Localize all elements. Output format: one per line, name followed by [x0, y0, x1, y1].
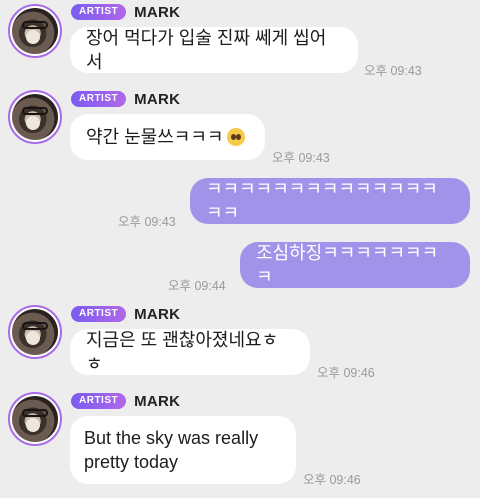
sender-name: MARK: [134, 3, 181, 21]
artist-badge: ARTIST: [71, 393, 127, 409]
avatar[interactable]: [8, 305, 62, 359]
sender-header: ARTIST MARK: [71, 305, 180, 323]
avatar[interactable]: [8, 90, 62, 144]
sender-name: MARK: [134, 392, 181, 410]
pleading-face-emoji: [227, 128, 246, 146]
sender-name: MARK: [134, 305, 181, 323]
message-bubble[interactable]: 장어 먹다가 입술 진짜 쎄게 씹어서: [70, 27, 358, 73]
message-text: ㅋㅋㅋㅋㅋㅋㅋㅋㅋㅋㅋㅋㅋㅋㅋㅋ: [206, 179, 438, 223]
artist-badge: ARTIST: [71, 306, 127, 322]
avatar[interactable]: [8, 4, 62, 58]
sender-name: MARK: [134, 90, 181, 108]
sender-header: ARTIST MARK: [71, 90, 180, 108]
message-bubble[interactable]: 약간 눈물쓰ㅋㅋㅋ: [70, 114, 265, 160]
message-text: 장어 먹다가 입술 진짜 쎄게 씹어서: [86, 28, 327, 72]
avatar[interactable]: [8, 392, 62, 446]
avatar-image: [12, 8, 58, 54]
message-text: 약간 눈물쓰ㅋㅋㅋ: [86, 127, 224, 147]
sender-header: ARTIST MARK: [71, 3, 180, 21]
artist-badge: ARTIST: [71, 91, 127, 107]
my-message-bubble[interactable]: ㅋㅋㅋㅋㅋㅋㅋㅋㅋㅋㅋㅋㅋㅋㅋㅋ: [190, 178, 470, 224]
message-time: 오후 09:46: [303, 473, 361, 487]
message-bubble[interactable]: But the sky was really pretty today: [70, 416, 296, 484]
message-time: 오후 09:43: [364, 64, 422, 78]
artist-badge: ARTIST: [71, 4, 127, 20]
message-time: 오후 09:44: [168, 279, 226, 293]
message-time: 오후 09:46: [317, 366, 375, 380]
avatar-image: [12, 396, 58, 442]
avatar-image: [12, 309, 58, 355]
sender-header: ARTIST MARK: [71, 392, 180, 410]
my-message-bubble[interactable]: 조심하징ㅋㅋㅋㅋㅋㅋㅋㅋ: [240, 242, 470, 288]
avatar-image: [12, 94, 58, 140]
message-text: 조심하징ㅋㅋㅋㅋㅋㅋㅋㅋ: [256, 243, 439, 287]
message-time: 오후 09:43: [272, 151, 330, 165]
message-text: 지금은 또 괜찮아졌네요ㅎㅎ: [86, 330, 279, 374]
message-text: But the sky was really pretty today: [84, 428, 259, 472]
message-bubble[interactable]: 지금은 또 괜찮아졌네요ㅎㅎ: [70, 329, 310, 375]
message-time: 오후 09:43: [118, 215, 176, 229]
